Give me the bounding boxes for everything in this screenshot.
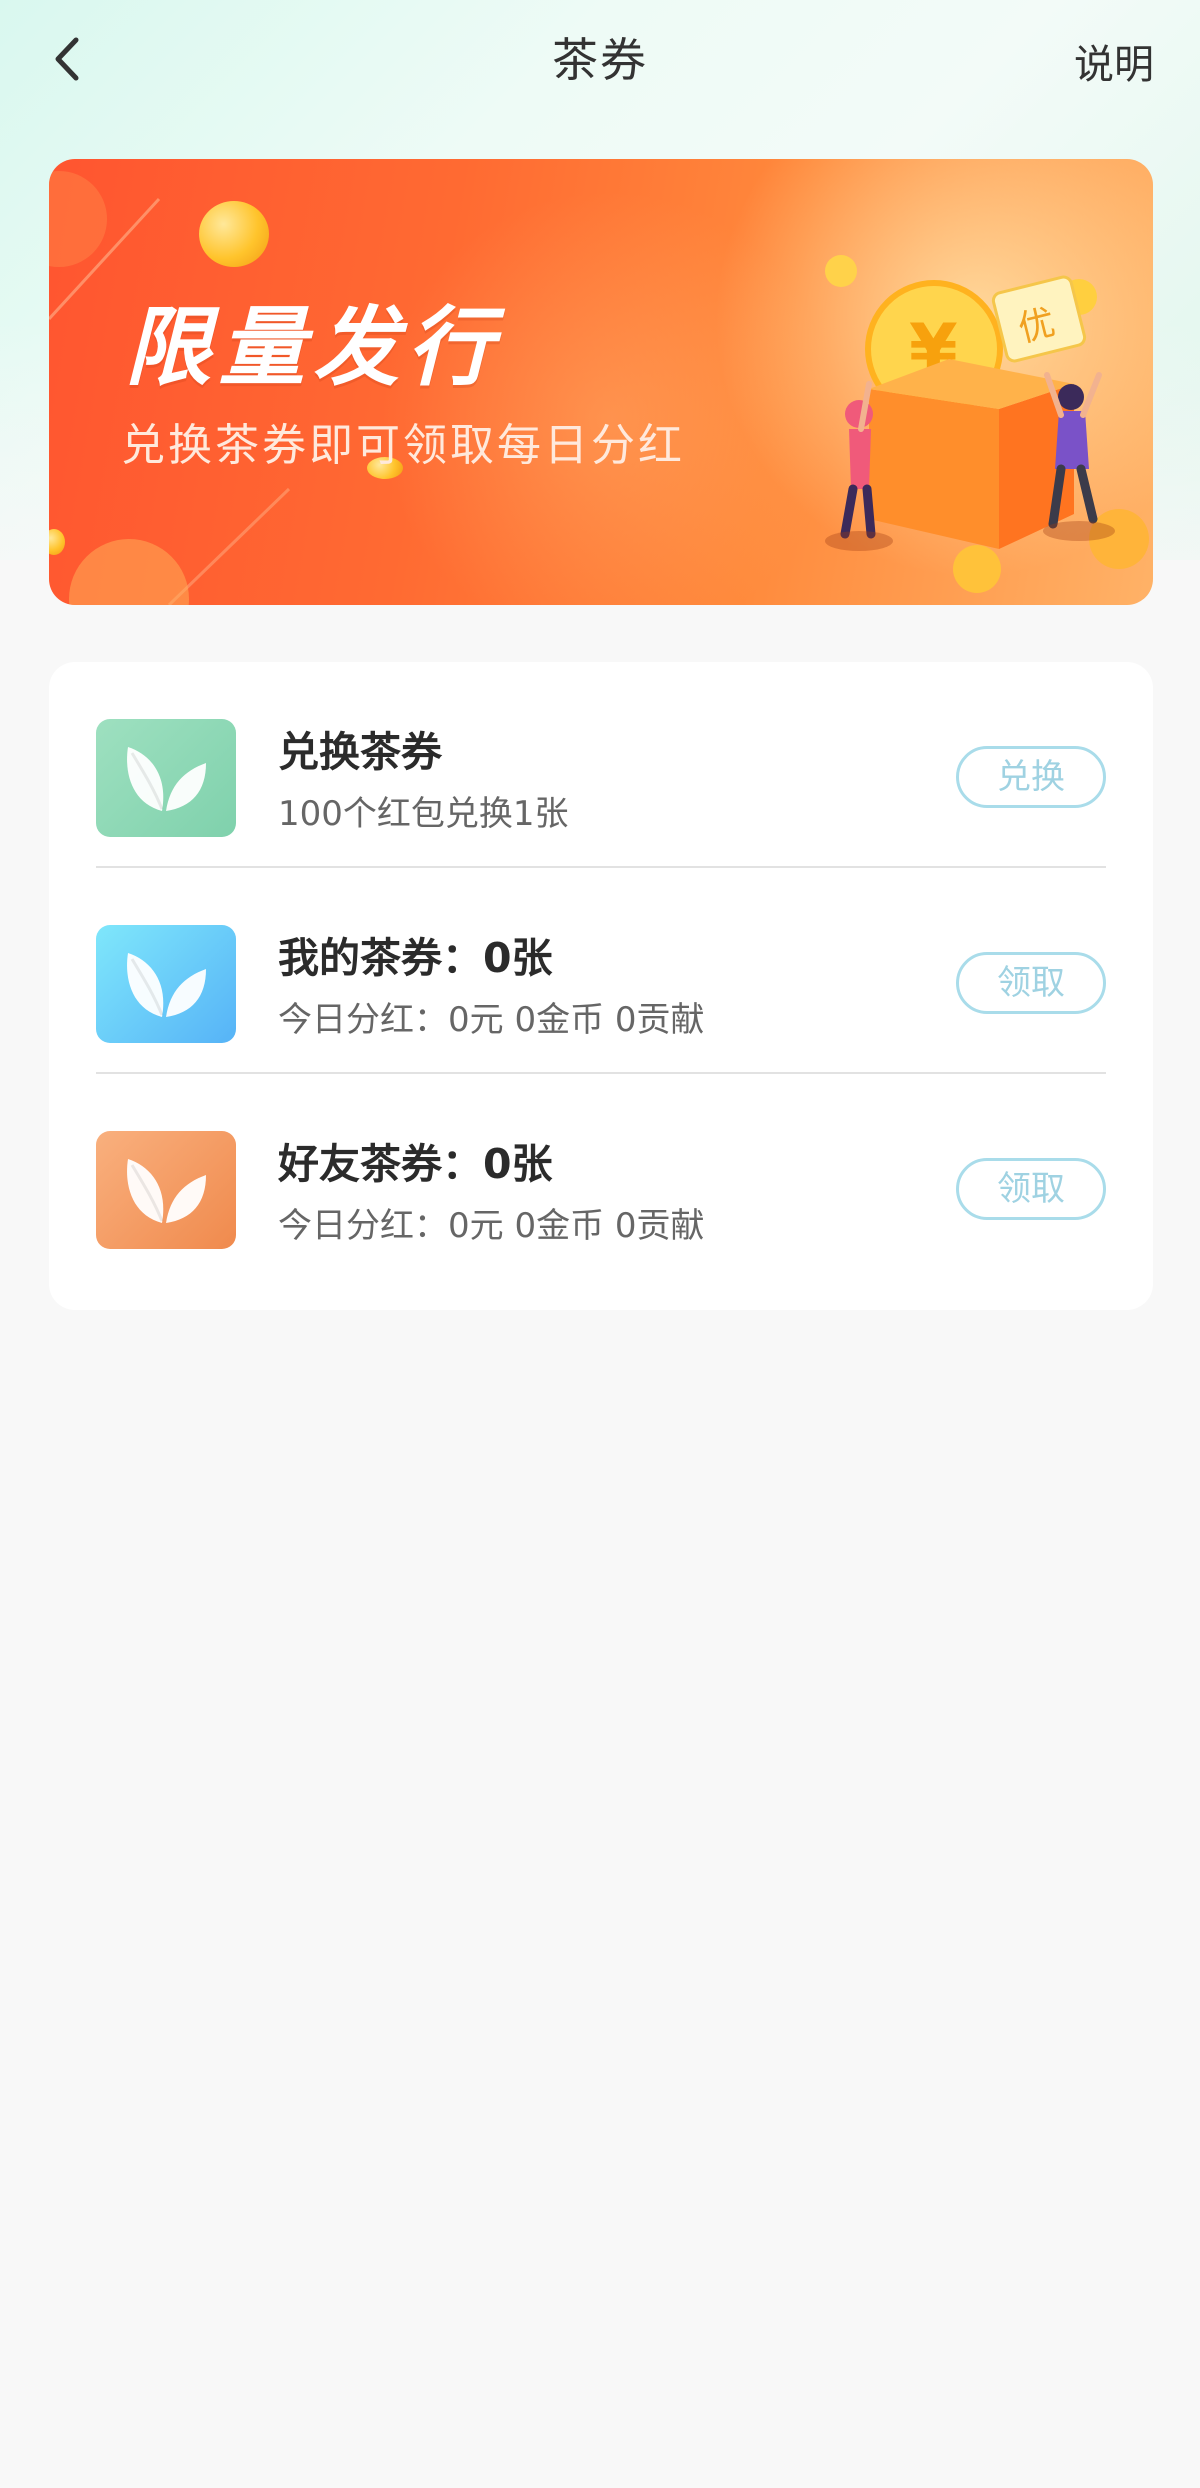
claim-button[interactable]: 领取: [956, 1158, 1106, 1220]
promo-banner[interactable]: 限量发行 兑换茶券即可领取每日分红 ¥ 优: [49, 159, 1153, 605]
banner-title: 限量发行: [125, 298, 501, 398]
tea-leaf-icon: [96, 1131, 236, 1249]
voucher-row-friends: 好友茶券：0张 今日分红：0元 0金币 0贡献 领取: [96, 1074, 1106, 1280]
voucher-description: 今日分红：0元 0金币 0贡献: [278, 1000, 705, 1040]
navigation-bar: 茶券 说明: [0, 0, 1200, 118]
exchange-button[interactable]: 兑换: [956, 746, 1106, 808]
voucher-title: 我的茶券：0张: [278, 934, 553, 982]
voucher-row-mine: 我的茶券：0张 今日分红：0元 0金币 0贡献 领取: [96, 868, 1106, 1074]
voucher-description: 今日分红：0元 0金币 0贡献: [278, 1206, 705, 1246]
voucher-title: 好友茶券：0张: [278, 1140, 553, 1188]
coin-icon: [199, 201, 269, 267]
tea-leaf-icon: [96, 925, 236, 1043]
voucher-card: 兑换茶券 100个红包兑换1张 兑换 我的茶券：0张 今日分红：0元 0金币 0…: [49, 662, 1153, 1310]
explain-link[interactable]: 说明: [1074, 32, 1154, 90]
voucher-title: 兑换茶券: [278, 728, 442, 776]
voucher-row-exchange: 兑换茶券 100个红包兑换1张 兑换: [96, 662, 1106, 868]
tea-leaf-icon: [96, 719, 236, 837]
page-title: 茶券: [552, 33, 648, 87]
gift-box-illustration: ¥ 优: [825, 255, 1149, 593]
claim-button[interactable]: 领取: [956, 952, 1106, 1014]
voucher-description: 100个红包兑换1张: [278, 794, 569, 834]
banner-subtitle: 兑换茶券即可领取每日分红: [121, 420, 685, 471]
